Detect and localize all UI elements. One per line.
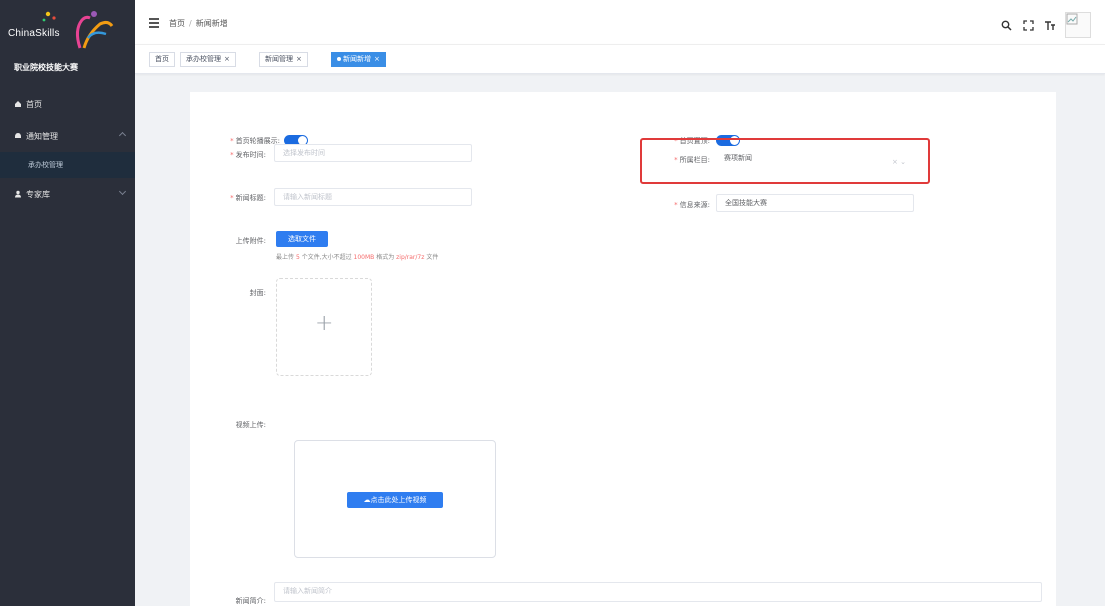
- chevron-down-icon: × ⌄: [892, 158, 906, 166]
- video-label: 视频上传:: [235, 421, 266, 429]
- show-switch-label: * 首页轮播展示:: [230, 137, 280, 145]
- sidebar-item-notice[interactable]: 通知管理: [0, 120, 135, 152]
- news-title-label: * 新闻标题:: [230, 194, 266, 202]
- news-title-input[interactable]: 请输入新闻标题: [274, 188, 472, 206]
- cloud-upload-icon: ☁: [363, 496, 371, 504]
- chevron-up-icon: [118, 131, 127, 140]
- column-select-value: 赛项新闻: [724, 154, 752, 162]
- publish-time-input[interactable]: 选择发布时间: [274, 144, 472, 162]
- sidebar-item-experts[interactable]: 专家库: [0, 178, 135, 210]
- source-label: * 信息来源:: [674, 201, 710, 209]
- breadcrumb: 首页 / 新闻新增: [169, 19, 228, 28]
- search-icon[interactable]: [999, 18, 1013, 32]
- tag-news-add[interactable]: 新闻新增 ×: [331, 52, 386, 67]
- attachment-hint: 最上传 5 个文件,大小不超过 100MB 格式为 zip/rar/7z 文件: [276, 254, 439, 261]
- tag-home[interactable]: 首页: [149, 52, 175, 67]
- sidebar-subitem-school[interactable]: 承办校管理: [0, 152, 135, 178]
- news-form-card: * 首页轮播展示: * 首页置顶: * 发布时间: 选择发布时间 * 所属栏目: 赛项新…: [190, 92, 1056, 606]
- sidebar-item-label: 专家库: [26, 189, 50, 199]
- sidebar: ChinaSkills 职业院校技能大赛 首页 通知管理 承办校管理 专家库: [0, 0, 135, 606]
- attachment-label: 上传附件:: [235, 237, 266, 245]
- breadcrumb-current: 新闻新增: [195, 19, 228, 28]
- close-icon[interactable]: ×: [296, 55, 302, 63]
- hamburger-icon[interactable]: [149, 18, 159, 28]
- chevron-down-icon: [118, 187, 127, 196]
- tag-label: 承办校管理: [186, 55, 221, 63]
- top-header: 首页 / 新闻新增: [135, 0, 1105, 44]
- tags-view-bar: 首页 承办校管理 × 新闻管理 × 新闻新增 ×: [135, 44, 1105, 74]
- broken-image-icon: [1066, 13, 1078, 25]
- home-icon: [15, 101, 21, 107]
- video-upload-box: ☁点击此处上传视频: [294, 440, 496, 558]
- upload-video-button[interactable]: ☁点击此处上传视频: [347, 492, 443, 508]
- close-icon[interactable]: ×: [224, 55, 230, 63]
- header-tools: [999, 12, 1091, 38]
- tag-label: 新闻新增: [343, 55, 371, 63]
- source-input[interactable]: 全国技能大赛: [716, 194, 914, 212]
- select-file-button[interactable]: 选取文件: [276, 231, 328, 247]
- logo: ChinaSkills 职业院校技能大赛: [0, 0, 135, 88]
- publish-time-label: * 发布时间:: [230, 151, 266, 159]
- plus-icon: +: [315, 311, 334, 336]
- sidebar-subitem-label: 承办校管理: [28, 161, 63, 169]
- sidebar-item-home[interactable]: 首页: [0, 88, 135, 120]
- close-icon[interactable]: ×: [374, 55, 380, 63]
- sidebar-item-label: 通知管理: [26, 131, 58, 141]
- user-icon: [15, 190, 21, 198]
- cover-upload[interactable]: +: [276, 278, 372, 376]
- column-label: * 所属栏目:: [674, 156, 710, 164]
- font-size-icon[interactable]: [1043, 18, 1057, 32]
- avatar[interactable]: [1065, 12, 1091, 38]
- column-select[interactable]: 赛项新闻 × ⌄: [716, 150, 914, 168]
- intro-input[interactable]: 请输入新闻简介: [274, 582, 1042, 602]
- sidebar-item-label: 首页: [26, 99, 42, 109]
- tag-school[interactable]: 承办校管理 ×: [180, 52, 236, 67]
- tag-label: 新闻管理: [265, 55, 293, 63]
- tag-label: 首页: [155, 55, 169, 63]
- tag-news[interactable]: 新闻管理 ×: [259, 52, 308, 67]
- intro-label: 新闻简介:: [235, 597, 266, 605]
- fullscreen-icon[interactable]: [1021, 18, 1035, 32]
- breadcrumb-home[interactable]: 首页: [169, 19, 185, 28]
- logo-subtitle: 职业院校技能大赛: [14, 63, 78, 72]
- bell-icon: [15, 133, 21, 138]
- logo-text: ChinaSkills: [8, 28, 60, 39]
- cover-label: 封面:: [249, 289, 266, 297]
